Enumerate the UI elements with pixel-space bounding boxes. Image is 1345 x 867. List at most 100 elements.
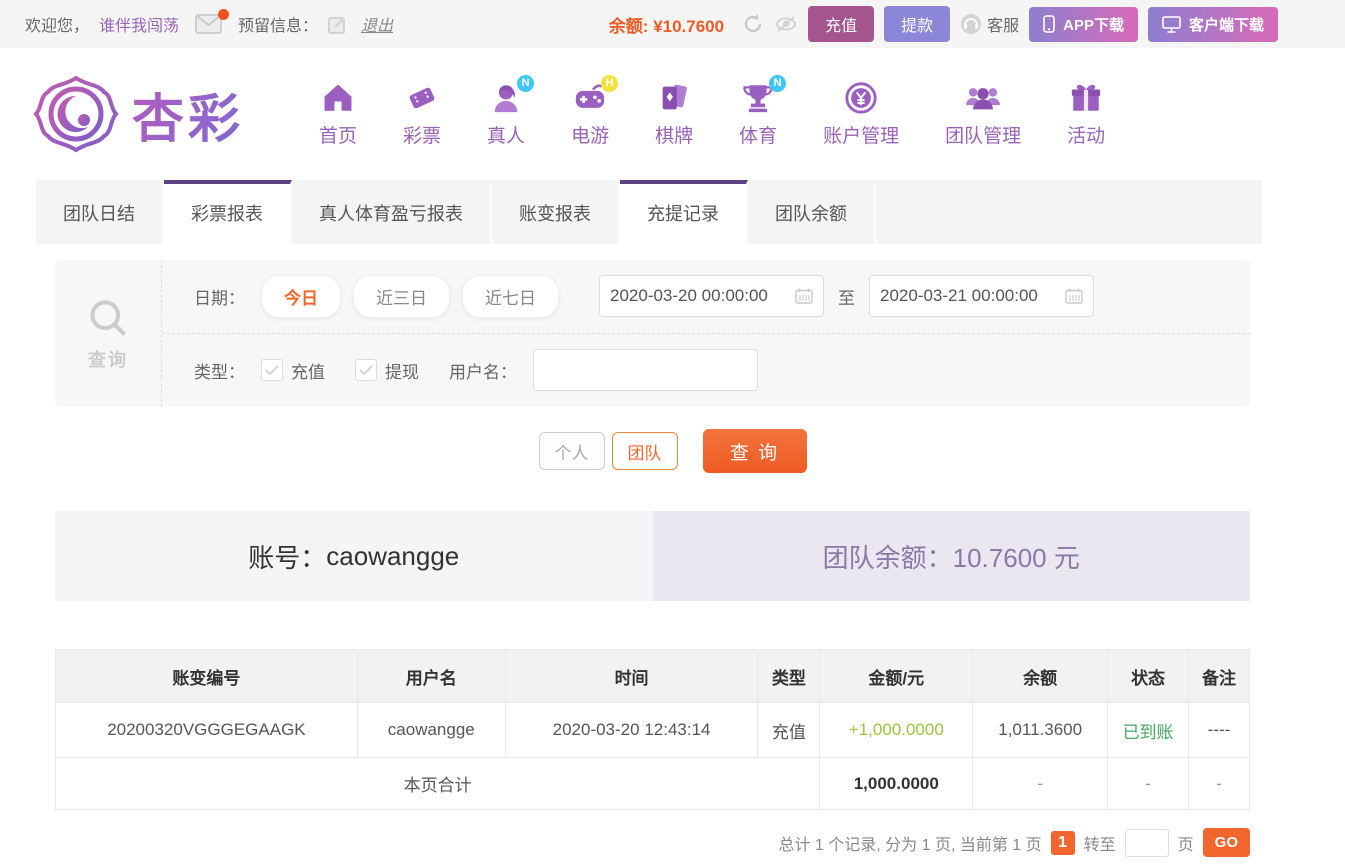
- notification-dot: [218, 9, 230, 20]
- table-totals-row: 本页合计 1,000.0000 - - -: [54, 757, 1250, 810]
- withdraw-button[interactable]: 提款: [884, 6, 951, 42]
- cell-type: 充值: [757, 702, 821, 758]
- nav-item-sports[interactable]: 体育 N: [716, 74, 800, 148]
- badge-n: N: [517, 74, 535, 92]
- balance-value: ¥10.7600: [653, 16, 725, 36]
- welcome-text: 欢迎您，: [25, 18, 90, 35]
- tab-team-daily[interactable]: 团队日结: [36, 180, 164, 244]
- range-today-pill[interactable]: 今日: [261, 274, 341, 318]
- username-label: 用户名：: [449, 362, 517, 382]
- mail-icon[interactable]: [195, 9, 230, 34]
- badge-h: H: [601, 74, 619, 92]
- nav-item-egames[interactable]: 电游 H: [548, 74, 632, 148]
- totals-amount: 1,000.0000: [819, 757, 974, 810]
- calendar-icon: [1065, 288, 1083, 304]
- edit-icon[interactable]: [328, 15, 347, 34]
- nav-item-promos[interactable]: 活动: [1044, 81, 1128, 148]
- col-header-time: 时间: [504, 649, 759, 703]
- cards-icon: [662, 84, 687, 109]
- type-label: 类型：: [194, 362, 245, 382]
- coin-icon: [845, 81, 877, 114]
- brand-logo[interactable]: 杏彩: [28, 72, 244, 156]
- customer-service-link[interactable]: 客服: [960, 12, 1019, 36]
- col-header-amount: 金额/元: [819, 649, 974, 703]
- team-button[interactable]: 团队: [611, 432, 678, 470]
- nav-item-lottery[interactable]: 彩票: [380, 81, 464, 148]
- totals-balance: -: [972, 757, 1109, 810]
- check-icon: [265, 365, 279, 376]
- col-header-username: 用户名: [356, 649, 506, 703]
- pagination-summary: 总计 1 个记录, 分为 1 页, 当前第 1 页: [778, 836, 1042, 854]
- checkbox-recharge[interactable]: [261, 359, 283, 382]
- home-icon: [324, 84, 352, 111]
- tab-account-change-report[interactable]: 账变报表: [492, 180, 620, 244]
- col-header-status: 状态: [1107, 649, 1190, 703]
- table-row: 20200320VGGGEGAAGK caowangge 2020-03-20 …: [55, 702, 1250, 758]
- team-balance-block: 团队余额： 10.7600 元: [652, 511, 1250, 601]
- hide-balance-icon[interactable]: [774, 14, 798, 34]
- account-value: caowangge: [326, 540, 460, 571]
- headset-icon: [961, 14, 982, 34]
- cell-username: caowangge: [356, 702, 506, 758]
- goto-page-input[interactable]: [1124, 828, 1169, 857]
- col-header-change-id: 账变编号: [55, 649, 358, 703]
- date-to-input[interactable]: 2020-03-21 00:00:00: [869, 275, 1094, 318]
- go-button[interactable]: GO: [1202, 828, 1250, 857]
- range-3days-pill[interactable]: 近三日: [353, 274, 450, 318]
- cell-amount: +1,000.0000: [819, 702, 974, 758]
- checkbox-withdraw[interactable]: [355, 359, 377, 382]
- tab-deposit-withdraw-records[interactable]: 充提记录: [620, 180, 748, 244]
- nav-item-live[interactable]: 真人 N: [464, 74, 548, 148]
- cell-time: 2020-03-20 12:43:14: [504, 702, 759, 758]
- nav-item-account[interactable]: 账户管理: [800, 81, 922, 148]
- totals-label: 本页合计: [54, 757, 821, 810]
- tabbar-filler: [876, 180, 1262, 244]
- totals-status: -: [1107, 757, 1190, 810]
- nav-label: 棋牌: [655, 125, 694, 147]
- refresh-icon[interactable]: [742, 13, 764, 35]
- logout-link[interactable]: 退出: [361, 12, 393, 36]
- date-to-value: 2020-03-21 00:00:00: [880, 286, 1038, 306]
- date-from-input[interactable]: 2020-03-20 00:00:00: [599, 275, 824, 318]
- username-link[interactable]: 谁伴我闯荡: [99, 12, 179, 36]
- flower-logo-icon: [33, 75, 119, 153]
- records-table: 账变编号 用户名 时间 类型 金额/元 余额 状态 备注 20200320VGG…: [54, 649, 1250, 810]
- monitor-icon: [1162, 15, 1181, 33]
- client-download-label: 客户端下载: [1188, 16, 1264, 34]
- nav-label: 首页: [319, 125, 358, 147]
- app-download-button[interactable]: APP下载: [1029, 6, 1138, 42]
- client-download-button[interactable]: 客户端下载: [1147, 6, 1278, 42]
- reserved-info-label: 预留信息：: [238, 18, 319, 35]
- range-7days-pill[interactable]: 近七日: [462, 274, 559, 318]
- personal-button[interactable]: 个人: [538, 432, 605, 470]
- nav-label: 团队管理: [945, 125, 1022, 147]
- totals-remark: -: [1188, 757, 1250, 810]
- nav-item-home[interactable]: 首页: [296, 81, 380, 148]
- pagination-bar: 总计 1 个记录, 分为 1 页, 当前第 1 页 1 转至 页 GO: [55, 828, 1250, 857]
- page-number-button[interactable]: 1: [1050, 830, 1075, 855]
- tab-lottery-report[interactable]: 彩票报表: [164, 180, 292, 244]
- report-tabbar: 团队日结 彩票报表 真人体育盈亏报表 账变报表 充提记录 团队余额: [36, 180, 1262, 244]
- query-button[interactable]: 查 询: [702, 429, 807, 473]
- team-balance-value: 10.7600 元: [952, 542, 1080, 573]
- col-header-balance: 余额: [972, 649, 1109, 703]
- tab-team-balance[interactable]: 团队余额: [748, 180, 876, 244]
- tab-live-sports-report[interactable]: 真人体育盈亏报表: [292, 180, 492, 244]
- badge-n: N: [769, 74, 787, 92]
- action-buttons-row: 个人 团队 查 询: [0, 429, 1345, 473]
- filter-search-block: 查询: [55, 260, 162, 407]
- topbar: 欢迎您， 谁伴我闯荡 预留信息： 退出 余额: ¥10.7600 充值 提款 客…: [0, 0, 1345, 48]
- customer-service-label: 客服: [987, 18, 1020, 35]
- nav-item-cards[interactable]: 棋牌: [632, 81, 716, 148]
- brand-name: 杏彩: [132, 77, 244, 152]
- nav-item-team[interactable]: 团队管理: [922, 81, 1044, 148]
- recharge-button[interactable]: 充值: [808, 6, 875, 42]
- username-input[interactable]: [533, 349, 758, 392]
- balance-label: 余额:: [608, 16, 649, 36]
- checkbox-recharge-label: 充值: [291, 362, 325, 382]
- phone-icon: [1043, 15, 1055, 33]
- search-block-label: 查询: [88, 349, 128, 370]
- team-icon: [966, 87, 1001, 109]
- cell-change-id: 20200320VGGGEGAAGK: [55, 702, 358, 758]
- nav-label: 活动: [1067, 125, 1106, 147]
